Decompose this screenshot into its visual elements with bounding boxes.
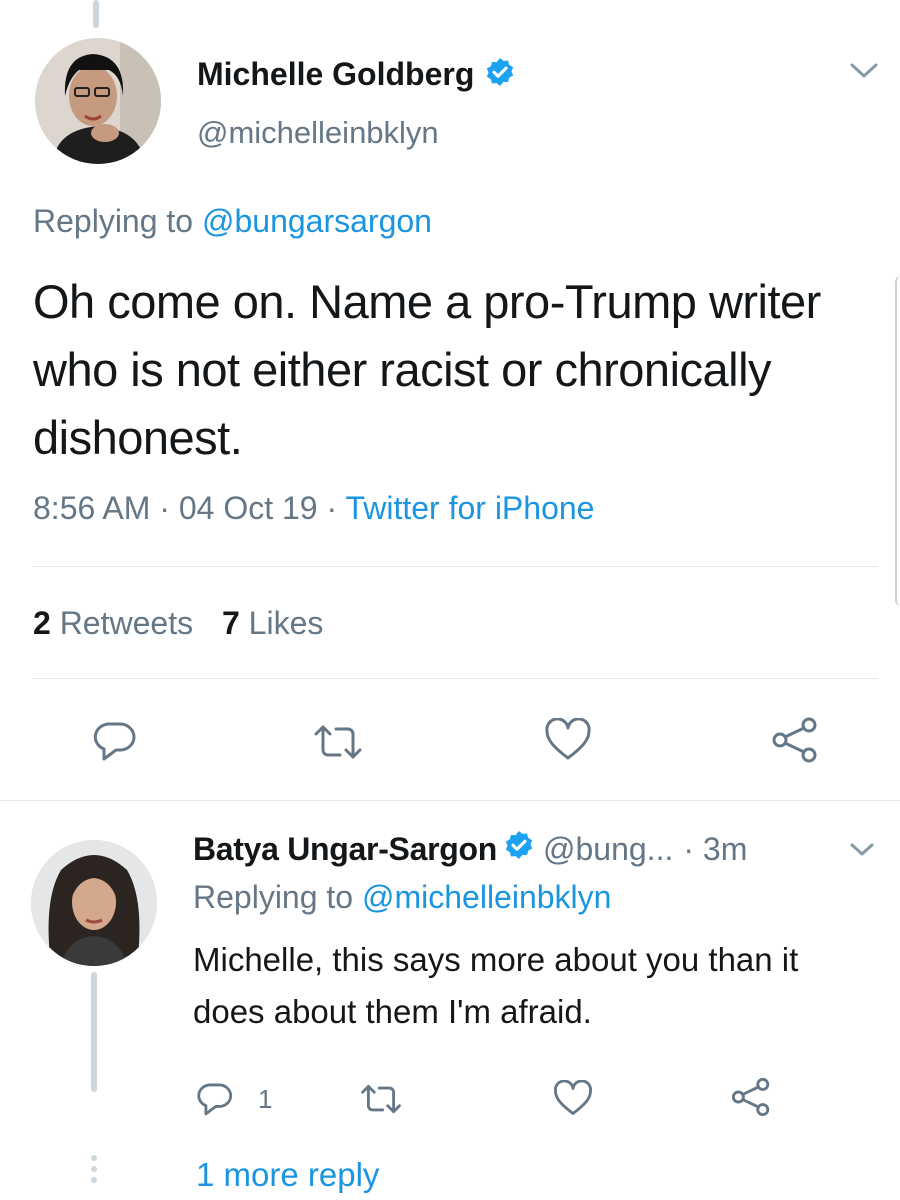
tweet-time: 8:56 AM (33, 490, 151, 526)
more-replies-link[interactable]: 1 more reply (196, 1156, 379, 1194)
like-button[interactable] (544, 718, 592, 762)
retweets-stat[interactable]: 2 Retweets (33, 605, 202, 641)
likes-stat[interactable]: 7 Likes (222, 605, 323, 641)
reply-header: Batya Ungar-Sargon @bung... · 3m (193, 826, 747, 872)
tweet-source[interactable]: Twitter for iPhone (345, 490, 594, 526)
author-handle[interactable]: @michelleinbklyn (197, 115, 439, 151)
tweet-date: 04 Oct 19 (178, 490, 318, 526)
retweet-icon (314, 725, 362, 759)
like-icon (554, 1080, 592, 1115)
reply-replying-to-label: Replying to (193, 879, 354, 915)
reply-author-handle[interactable]: @bung... (543, 831, 673, 868)
reply-count: 1 (258, 1083, 273, 1114)
replying-to: Replying to @bungarsargon (33, 203, 432, 240)
scrollbar[interactable] (895, 276, 900, 606)
meta-separator: · (159, 490, 170, 526)
share-button[interactable] (770, 716, 820, 764)
retweet-icon (361, 1084, 401, 1114)
verified-badge-icon (503, 829, 535, 869)
reply-like-button[interactable] (553, 1080, 593, 1117)
chevron-down-icon[interactable] (848, 60, 880, 87)
reply-icon (93, 722, 136, 761)
divider (33, 678, 878, 679)
tweet-text: Oh come on. Name a pro-Trump writer who … (33, 275, 821, 464)
reply-retweet-button[interactable] (360, 1082, 402, 1116)
thread-line-reply (91, 972, 97, 1092)
reply-icon (197, 1083, 233, 1116)
reply-text: Michelle, this says more about you than … (193, 941, 799, 1030)
reply-replying-to-link[interactable]: @michelleinbklyn (362, 879, 611, 915)
meta-separator: · (326, 490, 338, 526)
verified-badge-icon (484, 56, 516, 93)
reply-author-name[interactable]: Batya Ungar-Sargon (193, 831, 497, 868)
avatar-michelle[interactable] (35, 38, 161, 164)
main-author-row: Michelle Goldberg (197, 52, 516, 96)
retweets-label: Retweets (59, 605, 194, 641)
tweet-stats: 2 Retweets 7 Likes (33, 605, 323, 642)
thread-line-top (93, 0, 99, 28)
reply-reply-button[interactable]: 1 (196, 1080, 272, 1118)
likes-label: Likes (248, 605, 324, 641)
retweet-button[interactable] (313, 722, 363, 762)
reply-share-button[interactable] (730, 1076, 772, 1118)
divider (33, 566, 878, 567)
tweet-meta: 8:56 AM · 04 Oct 19 · Twitter for iPhone (33, 490, 594, 527)
like-icon (545, 718, 591, 760)
replying-to-link[interactable]: @bungarsargon (202, 203, 432, 239)
reply-chevron-down-icon[interactable] (848, 840, 876, 865)
divider (0, 800, 900, 801)
share-icon (731, 1077, 770, 1117)
avatar-batya[interactable] (31, 840, 157, 966)
replying-to-label: Replying to (33, 203, 194, 239)
share-icon (772, 717, 817, 763)
reply-replying-to: Replying to @michelleinbklyn (193, 879, 611, 916)
reply-time-ago: · 3m (683, 830, 748, 867)
reply-button[interactable] (92, 718, 138, 764)
thread-dots (91, 1155, 97, 1183)
retweets-count: 2 (33, 605, 51, 641)
author-name[interactable]: Michelle Goldberg (197, 56, 474, 93)
likes-count: 7 (221, 605, 240, 641)
